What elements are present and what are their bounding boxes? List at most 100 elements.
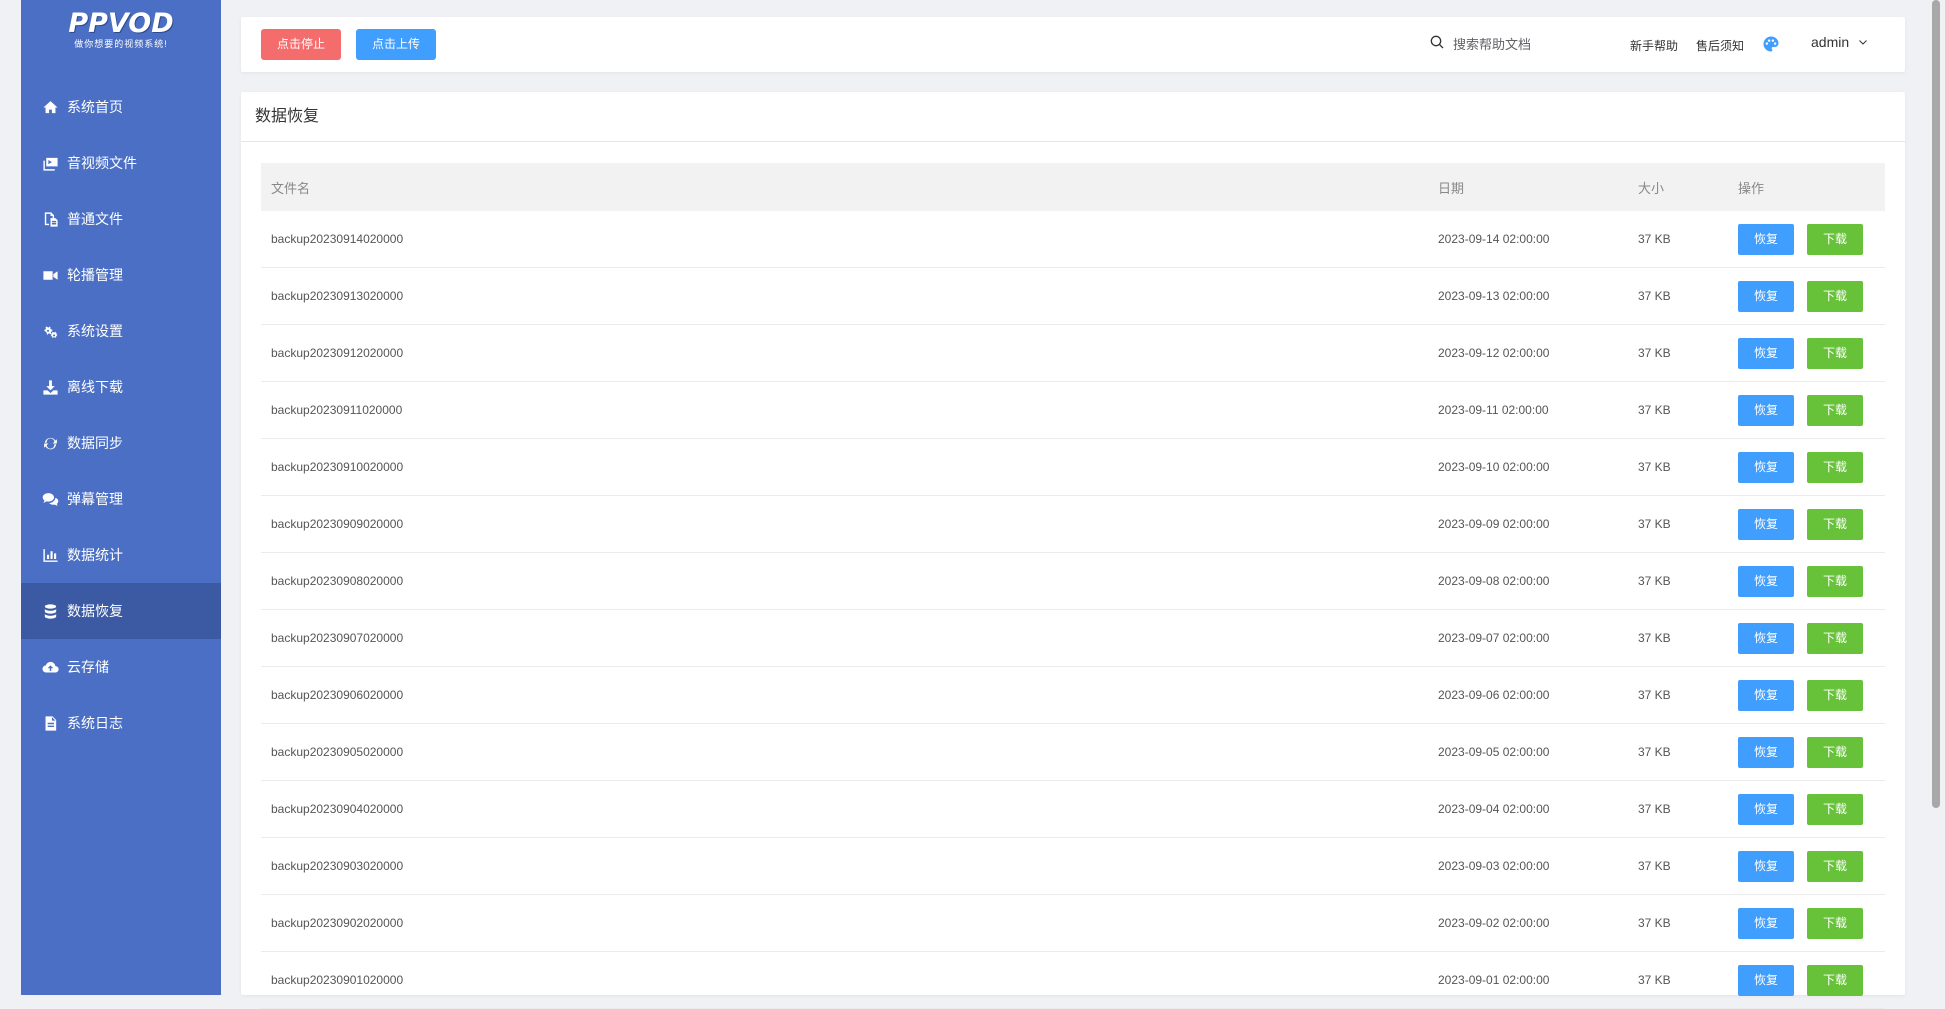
user-menu[interactable]: admin [1811,34,1869,50]
restore-button[interactable]: 恢复 [1738,280,1794,312]
cloud-upload-icon [41,658,59,676]
sidebar-item-files[interactable]: 普通文件 [21,191,221,247]
restore-button[interactable]: 恢复 [1738,337,1794,369]
download-button[interactable]: 下载 [1807,793,1863,825]
left-gutter [0,0,21,995]
download-button[interactable]: 下载 [1807,964,1863,996]
cell-actions: 恢复 下载 [1738,793,1885,825]
cell-actions: 恢复 下载 [1738,679,1885,711]
sidebar-item-cloud-storage[interactable]: 云存储 [21,639,221,695]
upload-button[interactable]: 点击上传 [356,29,436,60]
download-button[interactable]: 下载 [1807,679,1863,711]
restore-button[interactable]: 恢复 [1738,622,1794,654]
download-button[interactable]: 下载 [1807,736,1863,768]
download-button[interactable]: 下载 [1807,451,1863,483]
restore-button[interactable]: 恢复 [1738,394,1794,426]
cell-filename: backup20230907020000 [271,631,404,645]
cell-size: 37 KB [1638,460,1671,474]
restore-button[interactable]: 恢复 [1738,451,1794,483]
cell-size: 37 KB [1638,802,1671,816]
page-title: 数据恢复 [241,92,1905,142]
table-row: backup20230905020000 2023-09-05 02:00:00 3… [261,724,1885,781]
sidebar-item-media[interactable]: 音视频文件 [21,135,221,191]
scrollbar[interactable] [1924,0,1945,995]
sidebar-item-danmaku[interactable]: 弹幕管理 [21,471,221,527]
cell-date: 2023-09-09 02:00:00 [1438,517,1550,531]
logo[interactable]: PPVOD 做你想要的视频系统! [21,0,221,58]
sidebar-item-statistics[interactable]: 数据统计 [21,527,221,583]
download-button[interactable]: 下载 [1807,394,1863,426]
table-body: backup20230914020000 2023-09-14 02:00:00 3… [261,211,1885,1009]
aftersale-link[interactable]: 售后须知 [1696,37,1744,54]
restore-button[interactable]: 恢复 [1738,736,1794,768]
download-button[interactable]: 下载 [1807,622,1863,654]
database-icon [41,602,59,620]
cell-date: 2023-09-05 02:00:00 [1438,745,1550,759]
sidebar-item-data-sync[interactable]: 数据同步 [21,415,221,471]
sync-icon [41,434,59,452]
table-row: backup20230904020000 2023-09-04 02:00:00 3… [261,781,1885,838]
sidebar-item-home[interactable]: 系统首页 [21,79,221,135]
restore-button[interactable]: 恢复 [1738,793,1794,825]
logo-slogan: 做你想要的视频系统! [74,38,168,49]
scrollbar-thumb[interactable] [1932,0,1940,808]
cell-actions: 恢复 下载 [1738,508,1885,540]
bar-chart-icon [41,546,59,564]
restore-button[interactable]: 恢复 [1738,850,1794,882]
cell-filename: backup20230912020000 [271,346,404,360]
restore-button[interactable]: 恢复 [1738,565,1794,597]
sidebar-item-label: 数据同步 [67,435,123,451]
cell-date: 2023-09-03 02:00:00 [1438,859,1550,873]
download-button[interactable]: 下载 [1807,850,1863,882]
comments-icon [41,490,59,508]
cell-filename: backup20230913020000 [271,289,404,303]
cell-filename: backup20230905020000 [271,745,404,759]
download-button[interactable]: 下载 [1807,907,1863,939]
cell-date: 2023-09-14 02:00:00 [1438,232,1550,246]
search-icon[interactable] [1429,34,1445,55]
sidebar-item-label: 普通文件 [67,211,123,227]
table-header: 文件名 日期 大小 操作 [261,163,1885,211]
cell-date: 2023-09-02 02:00:00 [1438,916,1550,930]
main-area: 点击停止 点击上传 新手帮助 售后须知 admin 数据恢复 文件名 日期 大小… [221,0,1924,1009]
download-button[interactable]: 下载 [1807,508,1863,540]
sidebar-item-system-log[interactable]: 系统日志 [21,695,221,751]
cell-filename: backup20230901020000 [271,973,404,987]
header-action: 操作 [1738,180,1765,196]
sidebar-item-carousel[interactable]: 轮播管理 [21,247,221,303]
palette-icon[interactable] [1762,35,1780,53]
restore-button[interactable]: 恢复 [1738,964,1794,996]
restore-button[interactable]: 恢复 [1738,223,1794,255]
stop-button[interactable]: 点击停止 [261,29,341,60]
table-row: backup20230906020000 2023-09-06 02:00:00 3… [261,667,1885,724]
cell-size: 37 KB [1638,631,1671,645]
restore-button[interactable]: 恢复 [1738,508,1794,540]
cell-date: 2023-09-08 02:00:00 [1438,574,1550,588]
table-row: backup20230902020000 2023-09-02 02:00:00 3… [261,895,1885,952]
cell-size: 37 KB [1638,745,1671,759]
chevron-down-icon [1859,40,1867,45]
topbar: 点击停止 点击上传 新手帮助 售后须知 admin [241,17,1905,72]
search-input[interactable] [1451,36,1581,53]
sidebar-item-offline-download[interactable]: 离线下载 [21,359,221,415]
download-button[interactable]: 下载 [1807,565,1863,597]
cell-filename: backup20230903020000 [271,859,404,873]
cell-size: 37 KB [1638,916,1671,930]
cell-filename: backup20230909020000 [271,517,404,531]
cell-filename: backup20230910020000 [271,460,404,474]
sidebar-item-data-restore[interactable]: 数据恢复 [21,583,221,639]
download-button[interactable]: 下载 [1807,223,1863,255]
file-text-icon [41,714,59,732]
search-box[interactable] [1429,32,1589,57]
table-row: backup20230914020000 2023-09-14 02:00:00 3… [261,211,1885,268]
cell-date: 2023-09-10 02:00:00 [1438,460,1550,474]
video-camera-icon [41,266,59,284]
cell-size: 37 KB [1638,289,1671,303]
restore-button[interactable]: 恢复 [1738,679,1794,711]
sidebar-item-label: 系统设置 [67,323,123,339]
restore-button[interactable]: 恢复 [1738,907,1794,939]
sidebar-item-settings[interactable]: 系统设置 [21,303,221,359]
help-link[interactable]: 新手帮助 [1630,37,1678,54]
download-button[interactable]: 下载 [1807,280,1863,312]
download-button[interactable]: 下载 [1807,337,1863,369]
